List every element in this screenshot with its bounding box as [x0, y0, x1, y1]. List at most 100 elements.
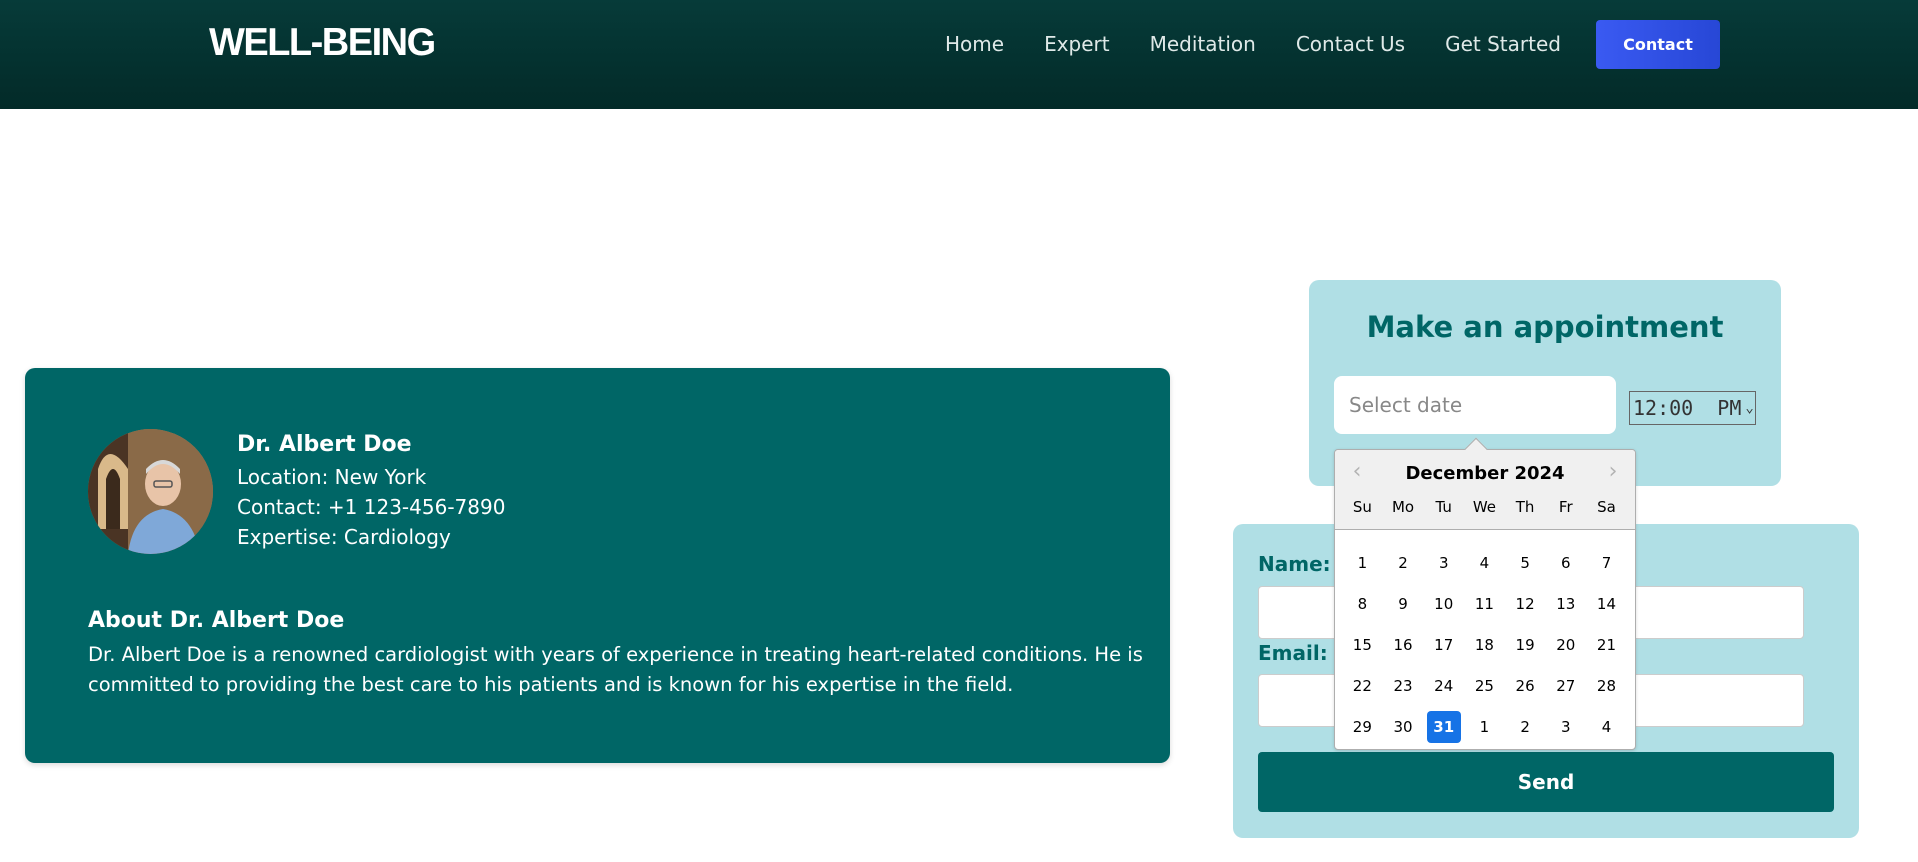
- calendar-day[interactable]: 30: [1383, 706, 1424, 747]
- calendar-day[interactable]: 13: [1545, 583, 1586, 624]
- nav-link-get-started[interactable]: Get Started: [1445, 30, 1561, 58]
- doctor-contact: Contact: +1 123-456-7890: [237, 495, 506, 519]
- next-month-icon[interactable]: ›: [1599, 458, 1627, 486]
- calendar-day-label: 1: [1479, 717, 1490, 736]
- date-picker: ‹ December 2024 › Su Mo Tu We Th Fr Sa 1…: [1334, 437, 1636, 750]
- calendar-day-label: 11: [1474, 594, 1494, 613]
- calendar-day[interactable]: 3: [1545, 706, 1586, 747]
- calendar-day[interactable]: 14: [1586, 583, 1627, 624]
- calendar-day[interactable]: 29: [1342, 706, 1383, 747]
- calendar-day[interactable]: 21: [1586, 624, 1627, 665]
- calendar-day-label: 26: [1515, 676, 1535, 695]
- send-button[interactable]: Send: [1258, 752, 1834, 812]
- nav-link-expert[interactable]: Expert: [1044, 30, 1110, 58]
- calendar-day-label: 9: [1398, 594, 1408, 613]
- calendar-day-label: 31: [1426, 710, 1461, 743]
- calendar-day[interactable]: 1: [1342, 542, 1383, 583]
- calendar-day[interactable]: 23: [1383, 665, 1424, 706]
- date-picker-header: ‹ December 2024 › Su Mo Tu We Th Fr Sa: [1335, 450, 1635, 530]
- nav-link-contact-us[interactable]: Contact Us: [1296, 30, 1405, 58]
- calendar-day[interactable]: 1: [1464, 706, 1505, 747]
- calendar-day[interactable]: 12: [1505, 583, 1546, 624]
- calendar-day-label: 10: [1434, 594, 1454, 613]
- doctor-portrait-icon: [88, 429, 213, 554]
- calendar-day-label: 30: [1393, 717, 1413, 736]
- calendar-day[interactable]: 27: [1545, 665, 1586, 706]
- calendar-day-label: 4: [1601, 717, 1612, 736]
- doctor-name: Dr. Albert Doe: [237, 432, 412, 457]
- calendar-day-label: 14: [1596, 594, 1617, 613]
- calendar-day-label: 24: [1434, 676, 1454, 695]
- calendar-day-label: 19: [1515, 635, 1535, 654]
- site-logo[interactable]: WELL-BEING: [209, 22, 436, 66]
- calendar-day-label: 6: [1561, 553, 1571, 572]
- calendar-day[interactable]: 15: [1342, 624, 1383, 665]
- nav-link-home[interactable]: Home: [945, 30, 1004, 58]
- calendar-day[interactable]: 8: [1342, 583, 1383, 624]
- calendar-day[interactable]: 19: [1505, 624, 1546, 665]
- date-input[interactable]: [1334, 376, 1616, 434]
- calendar-day-label: 29: [1352, 717, 1372, 736]
- calendar-day[interactable]: 4: [1586, 706, 1627, 747]
- calendar-day-label: 7: [1601, 553, 1612, 572]
- calendar-day-label: 12: [1515, 594, 1535, 613]
- doctor-expertise: Expertise: Cardiology: [237, 525, 451, 549]
- doctor-location: Location: New York: [237, 465, 427, 489]
- calendar-day-label: 17: [1434, 635, 1454, 654]
- calendar-day-label: 2: [1398, 553, 1408, 572]
- calendar-day-label: 27: [1556, 676, 1576, 695]
- calendar-day[interactable]: 11: [1464, 583, 1505, 624]
- calendar-day[interactable]: 17: [1423, 624, 1464, 665]
- name-label: Name:: [1258, 552, 1331, 576]
- calendar-day-label: 2: [1520, 717, 1530, 736]
- day-of-week-row: Su Mo Tu We Th Fr Sa: [1342, 498, 1627, 516]
- dow-label: Th: [1515, 498, 1535, 516]
- calendar-day[interactable]: 4: [1464, 542, 1505, 583]
- nav-links: Home Expert Meditation Contact Us Get St…: [945, 30, 1601, 58]
- doctor-avatar: [88, 429, 213, 554]
- calendar-day[interactable]: 26: [1505, 665, 1546, 706]
- calendar-day[interactable]: 3: [1423, 542, 1464, 583]
- calendar-day-label: 4: [1479, 553, 1490, 572]
- calendar-day[interactable]: 2: [1383, 542, 1424, 583]
- dow-label: Mo: [1391, 498, 1415, 516]
- calendar-day[interactable]: 7: [1586, 542, 1627, 583]
- dow-label: Sa: [1597, 498, 1616, 516]
- calendar-day[interactable]: 10: [1423, 583, 1464, 624]
- calendar-day-label: 23: [1393, 676, 1413, 695]
- calendar-day[interactable]: 18: [1464, 624, 1505, 665]
- doctor-card: Dr. Albert Doe Location: New York Contac…: [25, 368, 1170, 763]
- calendar-day[interactable]: 2: [1505, 706, 1546, 747]
- dow-label: Tu: [1435, 498, 1452, 516]
- time-select[interactable]: 12:00 PM ⌄: [1629, 391, 1756, 425]
- calendar-day-label: 28: [1596, 676, 1617, 695]
- appointment-title: Make an appointment: [1366, 310, 1724, 344]
- calendar-day-label: 21: [1596, 635, 1617, 654]
- calendar-day[interactable]: 20: [1545, 624, 1586, 665]
- calendar-day-label: 15: [1352, 635, 1372, 654]
- calendar-day[interactable]: 9: [1383, 583, 1424, 624]
- calendar-day-label: 3: [1438, 553, 1449, 572]
- calendar-day-label: 5: [1520, 553, 1530, 572]
- chevron-down-icon: ⌄: [1745, 400, 1754, 416]
- calendar-day[interactable]: 28: [1586, 665, 1627, 706]
- calendar-day[interactable]: 6: [1545, 542, 1586, 583]
- nav-link-meditation[interactable]: Meditation: [1150, 30, 1256, 58]
- calendar-day-label: 13: [1556, 594, 1576, 613]
- calendar-day[interactable]: 25: [1464, 665, 1505, 706]
- calendar-day-label: 16: [1393, 635, 1413, 654]
- calendar-day[interactable]: 5: [1505, 542, 1546, 583]
- calendar-day-label: 20: [1556, 635, 1576, 654]
- calendar-day[interactable]: 22: [1342, 665, 1383, 706]
- calendar-day[interactable]: 24: [1423, 665, 1464, 706]
- calendar-day[interactable]: 16: [1383, 624, 1424, 665]
- calendar-day-label: 8: [1357, 594, 1368, 613]
- about-text: Dr. Albert Doe is a renowned cardiologis…: [88, 643, 1143, 696]
- time-value: 12:00 PM: [1633, 396, 1742, 420]
- calendar-day[interactable]: 31: [1423, 706, 1464, 747]
- contact-button[interactable]: Contact: [1596, 20, 1720, 69]
- calendar-day-label: 25: [1474, 676, 1494, 695]
- dow-label: Su: [1352, 498, 1372, 516]
- about-title: About Dr. Albert Doe: [88, 608, 345, 633]
- calendar-day-label: 1: [1357, 553, 1368, 572]
